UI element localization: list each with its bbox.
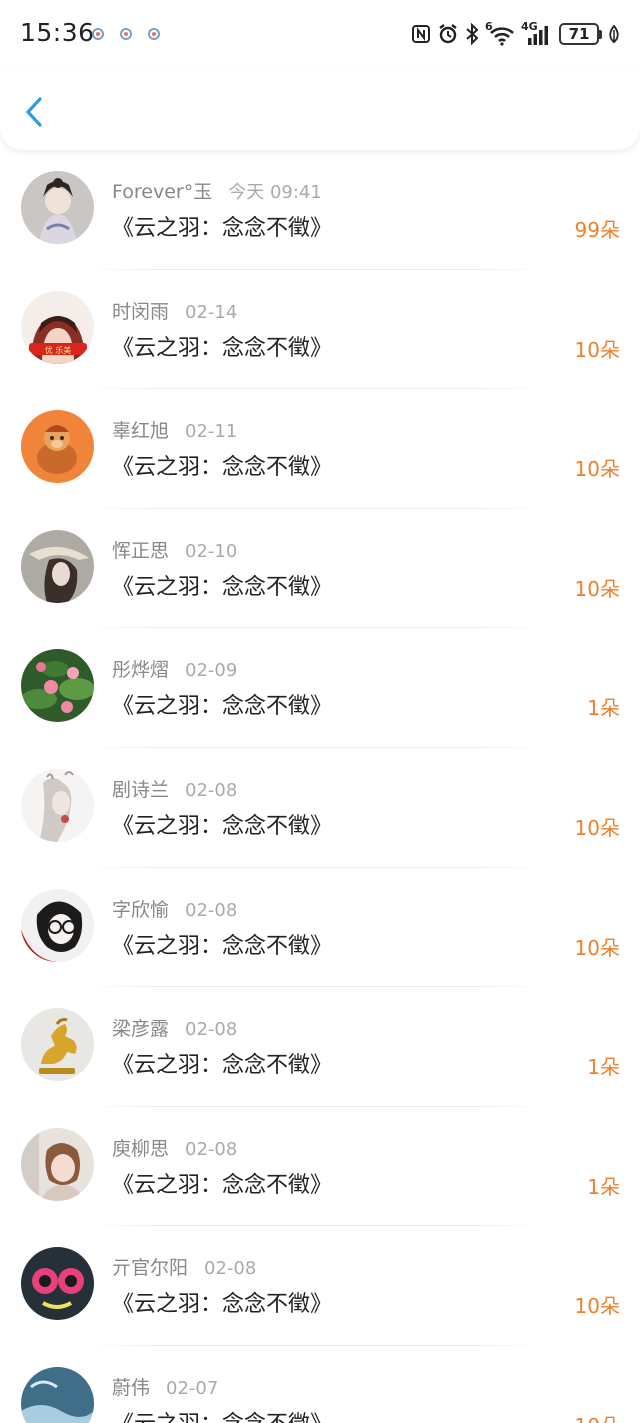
avatar[interactable] xyxy=(21,171,94,244)
sender-name: 字欣愉 xyxy=(112,898,170,921)
avatar-girl-hanfu xyxy=(21,171,94,244)
alarm-icon xyxy=(439,24,457,44)
avatar[interactable] xyxy=(21,1008,94,1082)
list-item[interactable]: 彤烨熠 02-09 《云之羽：念念不徵》 1朵 xyxy=(0,628,640,748)
chevron-left-icon xyxy=(26,97,42,127)
book-title: 《云之羽：念念不徵》 xyxy=(112,1406,332,1423)
avatar[interactable] xyxy=(21,1247,94,1321)
bluetooth-icon xyxy=(466,23,479,45)
avatar-manga-boy xyxy=(21,888,94,962)
wifi-icon: 6 xyxy=(485,20,515,46)
avatar-pink-goggles xyxy=(21,1247,94,1321)
sender-name: 亓官尔阳 xyxy=(112,1257,189,1280)
book-title: 《云之羽：念念不徵》 xyxy=(112,574,333,600)
flower-amount: 99朵 xyxy=(574,218,620,242)
list-item[interactable]: 蔚伟 02-07 《云之羽：念念不徵》 10朵 xyxy=(0,1346,640,1423)
sender-name: 时闵雨 xyxy=(112,300,170,323)
avatar[interactable] xyxy=(21,768,94,842)
list-item[interactable]: 恽正思 02-10 《云之羽：念念不徵》 10朵 xyxy=(0,509,640,629)
sender-name: 梁彦露 xyxy=(112,1018,170,1041)
sender-name: 庾柳思 xyxy=(112,1137,170,1160)
avatar[interactable] xyxy=(21,1366,94,1423)
list-item[interactable]: 辜红旭 02-11 《云之羽：念念不徵》 10朵 xyxy=(0,389,640,509)
battery-tip xyxy=(599,29,602,39)
list-item[interactable]: 梁彦露 02-08 《云之羽：念念不徵》 1朵 xyxy=(0,987,640,1107)
record-date: 02-10 xyxy=(185,540,238,562)
flower-amount: 1朵 xyxy=(587,1174,620,1199)
system-icons: 6 4G 71 xyxy=(411,20,620,48)
book-title: 《云之羽：念念不徵》 xyxy=(112,216,333,241)
record-date: 02-08 xyxy=(185,779,238,801)
avatar[interactable] xyxy=(21,529,94,603)
avatar-lotus xyxy=(21,649,94,723)
avatar-blue-scene xyxy=(21,1366,94,1423)
sender-name: 剧诗兰 xyxy=(112,778,170,801)
sender-name: 彤烨熠 xyxy=(112,659,170,682)
book-title: 《云之羽：念念不徵》 xyxy=(112,1053,333,1079)
list-item[interactable]: Forever°玉 今天 09:41 《云之羽：念念不徵》 99朵 xyxy=(0,150,640,270)
avatar-monkey xyxy=(21,410,94,484)
record-date: 02-14 xyxy=(185,301,238,323)
record-date: 02-11 xyxy=(185,421,238,443)
list-item[interactable]: 庾柳思 02-08 《云之羽：念念不徵》 1朵 xyxy=(0,1107,640,1227)
book-title: 《云之羽：念念不徵》 xyxy=(112,455,333,481)
avatar-girl-hood: 优 乐美 xyxy=(21,290,94,364)
svg-text:优 乐美: 优 乐美 xyxy=(45,345,72,355)
book-title: 《云之羽：念念不徵》 xyxy=(112,1292,333,1318)
book-title: 《云之羽：念念不徵》 xyxy=(112,813,333,839)
flower-amount: 10朵 xyxy=(574,935,620,960)
record-date: 今天 09:41 xyxy=(228,182,322,203)
avatar-girl-hat xyxy=(21,529,94,603)
nfc-icon xyxy=(412,25,430,43)
flower-amount: 10朵 xyxy=(574,576,620,601)
back-button[interactable] xyxy=(18,92,54,132)
sender-name: 辜红旭 xyxy=(112,420,170,443)
list-item[interactable]: 剧诗兰 02-08 《云之羽：念念不徵》 10朵 xyxy=(0,748,640,868)
avatar[interactable] xyxy=(21,649,94,723)
avatar-sketch-girl xyxy=(21,768,94,842)
status-time: 15:36 xyxy=(20,18,95,47)
list-item[interactable]: 字欣愉 02-08 《云之羽：念念不徵》 10朵 xyxy=(0,868,640,988)
avatar-child xyxy=(21,1127,94,1201)
book-title: 《云之羽：念念不徵》 xyxy=(112,933,333,959)
record-date: 02-08 xyxy=(185,899,238,921)
record-date: 02-08 xyxy=(204,1258,257,1280)
record-date: 02-07 xyxy=(166,1377,219,1399)
avatar[interactable] xyxy=(21,1127,94,1201)
flower-amount: 10朵 xyxy=(574,337,620,362)
book-title: 《云之羽：念念不徵》 xyxy=(112,1172,333,1198)
battery-icon: 71 xyxy=(559,23,599,45)
flower-amount: 10朵 xyxy=(574,815,620,840)
flower-amount: 1朵 xyxy=(587,696,620,721)
app-notification-icon xyxy=(92,28,104,40)
gift-record-list: Forever°玉 今天 09:41 《云之羽：念念不徵》 99朵 优 乐美 时闵… xyxy=(0,150,640,1423)
flower-amount: 10朵 xyxy=(574,457,620,482)
book-title: 《云之羽：念念不徵》 xyxy=(112,694,333,720)
flower-amount: 10朵 xyxy=(575,1410,620,1423)
signal-icon: 4G xyxy=(521,20,549,46)
book-title: 《云之羽：念念不徵》 xyxy=(112,335,333,361)
record-date: 02-09 xyxy=(185,660,238,682)
record-date: 02-08 xyxy=(185,1019,238,1041)
flower-amount: 1朵 xyxy=(587,1055,620,1080)
list-item[interactable]: 亓官尔阳 02-08 《云之羽：念念不徵》 10朵 xyxy=(0,1226,640,1346)
avatar[interactable]: 优 乐美 xyxy=(21,290,94,364)
nav-bar xyxy=(0,70,640,150)
sender-name: 蔚伟 xyxy=(112,1376,151,1399)
sender-name: 恽正思 xyxy=(112,539,170,562)
flower-amount: 10朵 xyxy=(574,1294,620,1319)
status-bar: 15:36 6 4G 71 xyxy=(0,0,640,70)
sender-name: Forever°玉 xyxy=(112,181,213,203)
avatar[interactable] xyxy=(21,410,94,484)
list-item[interactable]: 优 乐美 时闵雨 02-14 《云之羽：念念不徵》 10朵 xyxy=(0,270,640,390)
avatar[interactable] xyxy=(21,888,94,962)
app-notification-icon xyxy=(120,28,132,40)
leaf-icon xyxy=(609,24,619,44)
record-date: 02-08 xyxy=(185,1138,238,1160)
avatar-golden-horse xyxy=(21,1008,94,1082)
app-notification-icon xyxy=(148,28,160,40)
